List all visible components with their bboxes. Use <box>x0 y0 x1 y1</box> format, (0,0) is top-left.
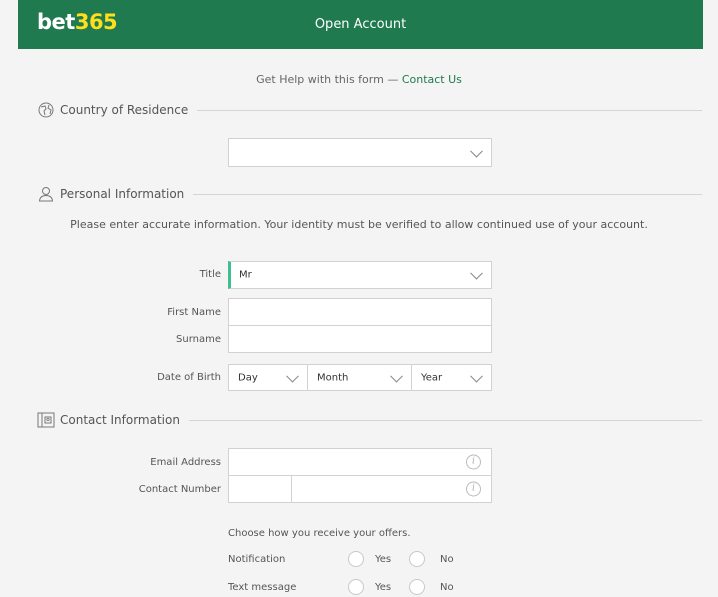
offer-text-message-label: Text message <box>228 582 297 593</box>
dob-year-select[interactable]: Year <box>411 364 492 391</box>
notification-no-radio[interactable] <box>409 551 425 567</box>
section-personal-label: Personal Information <box>60 187 185 201</box>
address-book-icon <box>37 411 55 429</box>
title-select-value: Mr <box>239 269 252 281</box>
title-label: Title <box>199 269 221 280</box>
page-title: Open Account <box>314 17 407 32</box>
section-country-label: Country of Residence <box>60 103 189 117</box>
phone-number-input[interactable]: i <box>291 475 492 503</box>
help-text: Get Help with this form — <box>256 73 402 86</box>
section-divider <box>193 193 702 195</box>
section-personal-header: Personal Information <box>37 183 702 205</box>
section-contact-header: Contact Information <box>37 409 702 431</box>
notification-yes-label: Yes <box>375 554 392 565</box>
info-icon[interactable]: i <box>466 481 481 497</box>
dob-day-value: Day <box>238 372 258 383</box>
notification-no-label: No <box>440 554 454 565</box>
section-divider <box>197 109 702 111</box>
email-input[interactable]: i <box>228 448 492 476</box>
globe-icon <box>37 101 55 119</box>
header-bar: bet365 Open Account <box>18 0 703 49</box>
first-name-input[interactable] <box>228 298 492 326</box>
text-message-yes-radio[interactable] <box>348 579 364 595</box>
section-country-header: Country of Residence <box>37 99 702 121</box>
surname-label: Surname <box>176 334 221 345</box>
phone-country-code-input[interactable] <box>228 475 292 503</box>
text-message-yes-label: Yes <box>375 582 392 593</box>
country-select[interactable] <box>228 138 492 167</box>
section-contact-label: Contact Information <box>60 413 180 427</box>
identity-notice: Please enter accurate information. Your … <box>70 218 648 231</box>
first-name-label: First Name <box>167 307 221 318</box>
person-icon <box>37 185 55 203</box>
chevron-down-icon <box>390 369 403 383</box>
info-icon[interactable]: i <box>466 454 481 470</box>
dob-year-value: Year <box>421 372 443 383</box>
notification-yes-radio[interactable] <box>348 551 364 567</box>
chevron-down-icon <box>470 266 483 280</box>
chevron-down-icon <box>470 369 483 383</box>
surname-input[interactable] <box>228 325 492 353</box>
dob-month-value: Month <box>317 372 349 383</box>
help-line: Get Help with this form — Contact Us <box>0 73 718 86</box>
chevron-down-icon <box>286 369 299 383</box>
phone-label: Contact Number <box>138 484 221 495</box>
text-message-no-radio[interactable] <box>409 579 425 595</box>
chevron-down-icon <box>470 144 483 158</box>
email-label: Email Address <box>150 457 221 468</box>
contact-us-link[interactable]: Contact Us <box>402 73 462 86</box>
offers-title: Choose how you receive your offers. <box>228 528 411 539</box>
title-select[interactable]: Mr <box>228 261 492 289</box>
dob-day-select[interactable]: Day <box>228 364 308 391</box>
text-message-no-label: No <box>440 582 454 593</box>
dob-month-select[interactable]: Month <box>307 364 412 391</box>
section-divider <box>188 419 702 421</box>
offer-notification-label: Notification <box>228 554 286 565</box>
dob-label: Date of Birth <box>157 372 221 383</box>
